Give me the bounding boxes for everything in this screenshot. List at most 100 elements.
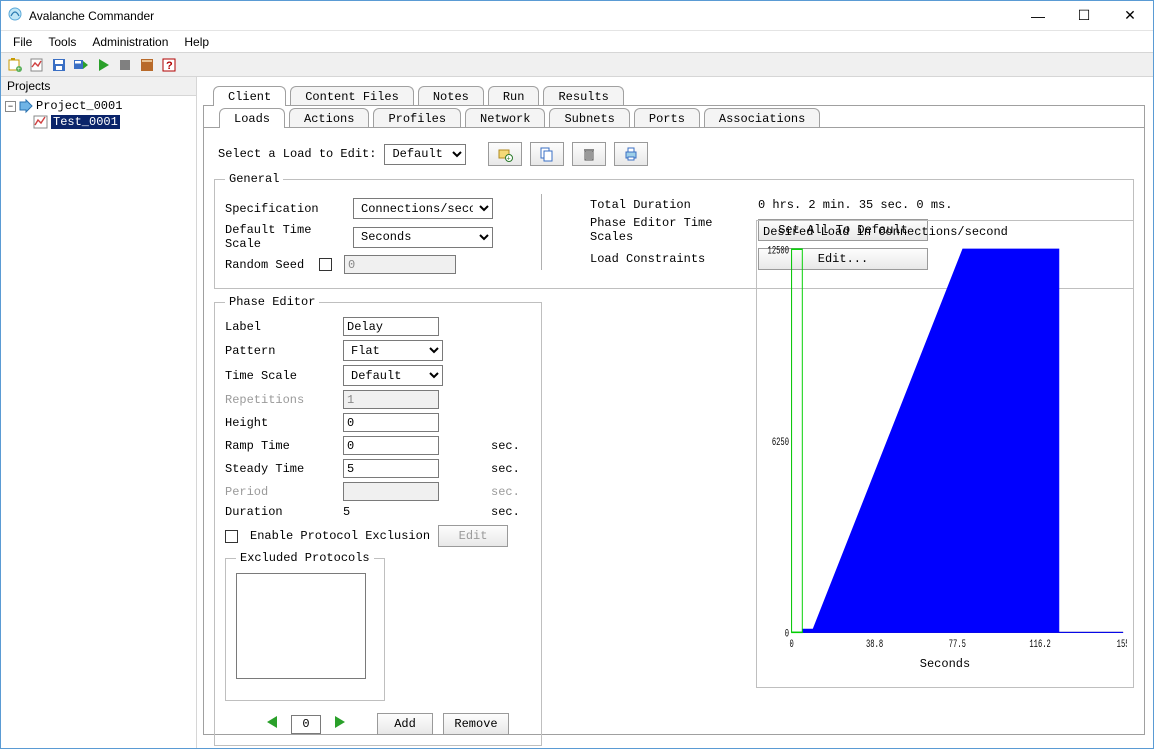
- save-run-icon[interactable]: [71, 55, 91, 75]
- load-select[interactable]: Default: [384, 144, 466, 165]
- menu-administration[interactable]: Administration: [84, 33, 176, 51]
- help-icon[interactable]: ?: [159, 55, 179, 75]
- run-icon[interactable]: [93, 55, 113, 75]
- pe-label-label: Label: [225, 320, 335, 334]
- specification-select[interactable]: Connections/second: [353, 198, 493, 219]
- svg-text:12500: 12500: [768, 244, 790, 257]
- pe-steady-input[interactable]: [343, 459, 439, 478]
- secondary-tabstrip: Loads Actions Profiles Network Subnets P…: [219, 105, 1145, 127]
- results-icon[interactable]: [137, 55, 157, 75]
- subtab-profiles[interactable]: Profiles: [373, 108, 461, 128]
- subtab-network-label: Network: [480, 112, 530, 126]
- tab-client[interactable]: Client: [213, 86, 286, 106]
- toolbar: + ?: [1, 53, 1153, 77]
- svg-text:+: +: [507, 156, 511, 163]
- phase-editor-ts-label: Phase Editor Time Scales: [590, 216, 750, 244]
- app-window: Avalanche Commander — ☐ ✕ File Tools Adm…: [0, 0, 1154, 749]
- svg-text:0: 0: [789, 637, 794, 650]
- tab-notes[interactable]: Notes: [418, 86, 484, 106]
- phase-index-input[interactable]: [291, 715, 321, 734]
- remove-phase-button[interactable]: Remove: [443, 713, 509, 735]
- sidebar-header: Projects: [1, 77, 196, 96]
- add-phase-button[interactable]: Add: [377, 713, 433, 735]
- pe-pattern-label: Pattern: [225, 344, 335, 358]
- svg-text:?: ?: [166, 60, 173, 72]
- pe-ramp-input[interactable]: [343, 436, 439, 455]
- chart-xlabel: Seconds: [763, 657, 1127, 671]
- subtab-actions[interactable]: Actions: [289, 108, 369, 128]
- svg-text:77.5: 77.5: [949, 637, 966, 650]
- pe-duration-unit: sec.: [491, 505, 531, 519]
- subtab-subnets[interactable]: Subnets: [549, 108, 629, 128]
- pe-timescale-select[interactable]: Default: [343, 365, 443, 386]
- phase-editor-legend: Phase Editor: [225, 295, 319, 309]
- project-icon: [18, 98, 34, 114]
- svg-text:38.8: 38.8: [866, 637, 883, 650]
- window-title: Avalanche Commander: [29, 9, 154, 23]
- subtab-ports-label: Ports: [649, 112, 685, 126]
- new-test-icon[interactable]: [27, 55, 47, 75]
- new-project-icon[interactable]: +: [5, 55, 25, 75]
- pe-period-input: [343, 482, 439, 501]
- delete-load-button[interactable]: [572, 142, 606, 166]
- enable-exclusion-checkbox[interactable]: [225, 530, 238, 543]
- menu-file[interactable]: File: [5, 33, 40, 51]
- sidebar: Projects − Project_0001 Test_0001: [1, 77, 197, 748]
- general-legend: General: [225, 172, 283, 186]
- tab-run[interactable]: Run: [488, 86, 540, 106]
- default-timescale-select[interactable]: Seconds: [353, 227, 493, 248]
- prev-phase-button[interactable]: [265, 714, 281, 734]
- menu-tools[interactable]: Tools: [40, 33, 84, 51]
- project-tree[interactable]: − Project_0001 Test_0001: [1, 96, 196, 132]
- minimize-button[interactable]: —: [1015, 1, 1061, 31]
- tab-content-files[interactable]: Content Files: [290, 86, 414, 106]
- pe-label-input[interactable]: [343, 317, 439, 336]
- tab-notes-label: Notes: [433, 90, 469, 104]
- tree-collapse-icon[interactable]: −: [5, 101, 16, 112]
- pe-repetitions-label: Repetitions: [225, 393, 335, 407]
- new-load-button[interactable]: +: [488, 142, 522, 166]
- stop-icon[interactable]: [115, 55, 135, 75]
- subtab-network[interactable]: Network: [465, 108, 545, 128]
- loads-panel: Select a Load to Edit: Default + General…: [203, 127, 1145, 735]
- primary-tabstrip: Client Content Files Notes Run Results: [213, 83, 1145, 105]
- pe-period-unit: sec.: [491, 485, 531, 499]
- window-controls: — ☐ ✕: [1015, 1, 1153, 31]
- pe-pattern-select[interactable]: Flat: [343, 340, 443, 361]
- tree-test-row[interactable]: Test_0001: [5, 114, 192, 130]
- save-icon[interactable]: [49, 55, 69, 75]
- subtab-ports[interactable]: Ports: [634, 108, 700, 128]
- pe-timescale-label: Time Scale: [225, 369, 335, 383]
- maximize-button[interactable]: ☐: [1061, 1, 1107, 31]
- pe-height-input[interactable]: [343, 413, 439, 432]
- pe-steady-label: Steady Time: [225, 462, 335, 476]
- chart-area[interactable]: 0625012500038.877.5116.2155: [763, 243, 1127, 655]
- print-load-button[interactable]: [614, 142, 648, 166]
- subtab-subnets-label: Subnets: [564, 112, 614, 126]
- next-phase-button[interactable]: [331, 714, 347, 734]
- pe-ramp-label: Ramp Time: [225, 439, 335, 453]
- close-button[interactable]: ✕: [1107, 1, 1153, 31]
- subtab-associations-label: Associations: [719, 112, 805, 126]
- pe-ramp-unit: sec.: [491, 439, 531, 453]
- app-icon: [7, 6, 23, 25]
- subtab-loads[interactable]: Loads: [219, 108, 285, 128]
- load-constraints-label: Load Constraints: [590, 252, 750, 266]
- menu-help[interactable]: Help: [176, 33, 217, 51]
- menubar: File Tools Administration Help: [1, 31, 1153, 53]
- tree-project-row[interactable]: − Project_0001: [5, 98, 192, 114]
- test-icon: [33, 114, 49, 130]
- random-seed-label: Random Seed: [225, 258, 311, 272]
- svg-text:116.2: 116.2: [1029, 637, 1051, 650]
- subtab-associations[interactable]: Associations: [704, 108, 820, 128]
- svg-text:+: +: [17, 66, 21, 73]
- chart-box: Desired Load in Connections/second 06250…: [756, 220, 1134, 688]
- tab-client-label: Client: [228, 90, 271, 104]
- random-seed-input: [344, 255, 456, 274]
- excluded-protocols-list[interactable]: [236, 573, 366, 679]
- tab-results[interactable]: Results: [543, 86, 623, 106]
- tree-project-label: Project_0001: [36, 99, 122, 113]
- subtab-actions-label: Actions: [304, 112, 354, 126]
- copy-load-button[interactable]: [530, 142, 564, 166]
- random-seed-checkbox[interactable]: [319, 258, 332, 271]
